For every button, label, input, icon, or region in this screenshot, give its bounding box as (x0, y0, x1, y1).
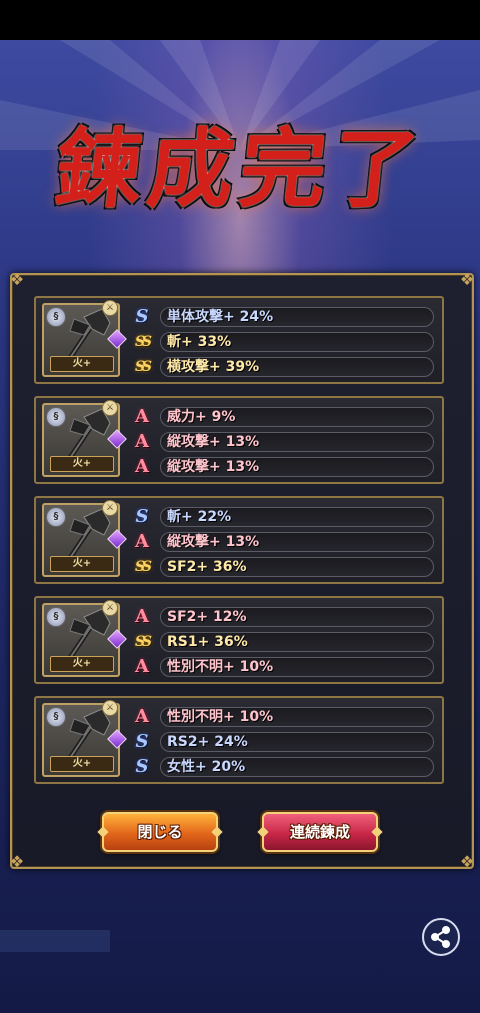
continue-refine-button[interactable]: 連続鍊成 (257, 812, 383, 852)
rank-a-icon: A (135, 606, 149, 627)
weapon-type-icon: ⚔ (102, 500, 118, 516)
stat-text: 威力+ 9% (160, 407, 434, 427)
stat-row: A 縦攻撃+ 13% (130, 431, 434, 453)
result-card[interactable]: § 火+ ⚔ S 単体攻撃+ 24% SS 斬+ 33% SS 横攻撃+ 39% (34, 296, 444, 384)
stat-row: S 単体攻撃+ 24% (130, 306, 434, 328)
close-button[interactable]: 閉じる (97, 812, 223, 852)
stat-row: S 女性+ 20% (130, 756, 434, 778)
weapon-type-icon: ⚔ (102, 400, 118, 416)
title-text: 鍊成完了 (50, 119, 430, 220)
rank-a-icon: A (135, 406, 149, 427)
stat-text: 横攻撃+ 39% (160, 357, 434, 377)
stat-text: SF2+ 12% (160, 607, 434, 627)
result-card[interactable]: § 火+ ⚔ A 性別不明+ 10% S RS2+ 24% S 女性+ 20% (34, 696, 444, 784)
stat-text: RS2+ 24% (160, 732, 434, 752)
rarity-icon: § (46, 407, 66, 427)
stat-text: RS1+ 36% (160, 632, 434, 652)
stat-text: 斬+ 33% (160, 332, 434, 352)
stat-row: S RS2+ 24% (130, 731, 434, 753)
rank-a-icon: A (135, 656, 149, 677)
stat-text: SF2+ 36% (160, 557, 434, 577)
corner-ornament-icon: ❖ (459, 852, 475, 871)
rank-s-icon: S (135, 756, 149, 777)
result-card[interactable]: § 火+ ⚔ A 威力+ 9% A 縦攻撃+ 13% A 縦攻撃+ 13% (34, 396, 444, 484)
corner-ornament-icon: ❖ (9, 270, 25, 289)
result-title: 鍊成完了 (40, 105, 440, 235)
element-tag: 火+ (50, 756, 114, 772)
element-tag: 火+ (50, 456, 114, 472)
element-tag: 火+ (50, 556, 114, 572)
continue-refine-button-label: 連続鍊成 (289, 823, 350, 841)
rarity-icon: § (46, 307, 66, 327)
stat-row: SS SF2+ 36% (130, 556, 434, 578)
stat-row: A 縦攻撃+ 13% (130, 531, 434, 553)
close-button-label: 閉じる (137, 823, 183, 841)
stat-row: SS 斬+ 33% (130, 331, 434, 353)
weapon-type-icon: ⚔ (102, 300, 118, 316)
rank-ss-icon: SS (135, 634, 152, 650)
rarity-icon: § (46, 607, 66, 627)
rank-a-icon: A (135, 431, 149, 452)
stat-row: A 性別不明+ 10% (130, 706, 434, 728)
weapon-type-icon: ⚔ (102, 700, 118, 716)
stat-text: 性別不明+ 10% (160, 707, 434, 727)
share-button[interactable] (422, 918, 460, 956)
rank-ss-icon: SS (135, 334, 152, 350)
rank-a-icon: A (135, 531, 149, 552)
stat-row: A 威力+ 9% (130, 406, 434, 428)
element-tag: 火+ (50, 656, 114, 672)
rank-a-icon: A (135, 456, 149, 477)
weapon-type-icon: ⚔ (102, 600, 118, 616)
stat-row: S 斬+ 22% (130, 506, 434, 528)
stat-row: A 縦攻撃+ 13% (130, 456, 434, 478)
rarity-icon: § (46, 707, 66, 727)
rank-ss-icon: SS (135, 559, 152, 575)
stat-text: 女性+ 20% (160, 757, 434, 777)
rank-s-icon: S (135, 731, 149, 752)
rank-ss-icon: SS (135, 359, 152, 375)
status-bar (0, 0, 480, 40)
stat-row: SS RS1+ 36% (130, 631, 434, 653)
stat-text: 性別不明+ 10% (160, 657, 434, 677)
stat-text: 斬+ 22% (160, 507, 434, 527)
stat-row: SS 横攻撃+ 39% (130, 356, 434, 378)
stat-text: 縦攻撃+ 13% (160, 457, 434, 477)
stat-text: 単体攻撃+ 24% (160, 307, 434, 327)
stat-text: 縦攻撃+ 13% (160, 532, 434, 552)
corner-ornament-icon: ❖ (9, 852, 25, 871)
rank-a-icon: A (135, 706, 149, 727)
result-card[interactable]: § 火+ ⚔ A SF2+ 12% SS RS1+ 36% A 性別不明+ 10% (34, 596, 444, 684)
share-icon (431, 926, 450, 948)
corner-ornament-icon: ❖ (459, 270, 475, 289)
stat-text: 縦攻撃+ 13% (160, 432, 434, 452)
element-tag: 火+ (50, 356, 114, 372)
result-card[interactable]: § 火+ ⚔ S 斬+ 22% A 縦攻撃+ 13% SS SF2+ 36% (34, 496, 444, 584)
rank-s-icon: S (135, 306, 149, 327)
stat-row: A SF2+ 12% (130, 606, 434, 628)
background-bar (0, 930, 110, 952)
stat-row: A 性別不明+ 10% (130, 656, 434, 678)
rarity-icon: § (46, 507, 66, 527)
rank-s-icon: S (135, 506, 149, 527)
